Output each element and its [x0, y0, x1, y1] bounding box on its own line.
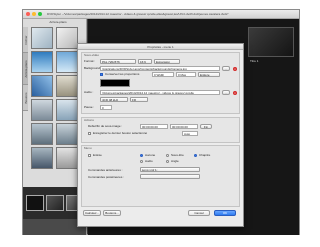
- radio-angle[interactable]: [166, 160, 169, 163]
- background-thumbnail[interactable]: [31, 75, 53, 97]
- tab-backgrounds-label: Arrière-plans: [24, 59, 28, 78]
- start-end-label: Début/fin de sous-image :: [88, 124, 123, 128]
- commands-before-popup[interactable]: jump vmf 1;: [140, 167, 200, 172]
- aspect-popup[interactable]: 16:9: [138, 59, 152, 64]
- height-field[interactable]: 0 Max: [176, 72, 196, 77]
- background-path-field[interactable]: /Applications/DVDStyler.app/Contents/bac…: [100, 66, 220, 71]
- menu-section-title: Menu: [84, 146, 92, 150]
- background-thumbnail[interactable]: [31, 51, 53, 73]
- background-thumbnail[interactable]: [31, 123, 53, 145]
- menu-thumbnail[interactable]: [26, 195, 44, 211]
- ok-button[interactable]: OK: [214, 210, 236, 216]
- video-section-title: Sous-vidéo: [84, 53, 100, 57]
- background-thumbnail[interactable]: [56, 27, 78, 49]
- background-thumbnail[interactable]: [56, 51, 78, 73]
- actions-section-title: Actions: [84, 118, 94, 122]
- minimize-window-button[interactable]: [32, 12, 36, 16]
- tab-backgrounds[interactable]: Arrière-plans: [23, 53, 28, 85]
- end-button[interactable]: Fin: [200, 124, 212, 129]
- tab-file-label: Fichier: [24, 35, 28, 45]
- menu-thumbnail[interactable]: [46, 195, 64, 211]
- aspect-mode-popup[interactable]: Expansion: [154, 59, 180, 64]
- remove-background-icon[interactable]: ×: [233, 66, 237, 71]
- radio-submenu-label: Sous-titre: [171, 153, 184, 157]
- video-section: Sous-vidéo Format : PAL 720x576 16:9 Exp…: [81, 52, 240, 114]
- tab-buttons-label: Boutons: [24, 92, 28, 104]
- panel-header: Arrière-plans: [49, 20, 67, 24]
- background-thumbnail[interactable]: [31, 99, 53, 121]
- keep-ratio-label: Conserver les proportions: [105, 72, 140, 76]
- zoom-window-button[interactable]: [38, 12, 42, 16]
- audio-label: Audio :: [84, 90, 94, 94]
- entry-checkbox[interactable]: [88, 154, 91, 157]
- browse-audio-button[interactable]: …: [222, 90, 230, 95]
- browse-background-button[interactable]: …: [222, 66, 230, 71]
- commands-before-label: Commandes antérieures :: [88, 168, 123, 172]
- pause-label: Pause :: [84, 105, 95, 109]
- actions-section: Actions Début/fin de sous-image : 00:00:…: [81, 117, 240, 143]
- background-thumbnail[interactable]: [31, 27, 53, 49]
- entry-label: Entrée: [93, 153, 102, 157]
- commands-after-popup[interactable]: [140, 174, 200, 179]
- radio-audio[interactable]: [140, 160, 143, 163]
- radio-chapter-label: Chapitre: [199, 153, 211, 157]
- radio-none-label: Aucune: [145, 153, 156, 157]
- window-titlebar: DVDStyler - /Volumes/packages/2014/2014.…: [23, 10, 299, 19]
- background-thumbnail[interactable]: [56, 123, 78, 145]
- radio-none[interactable]: [140, 154, 143, 157]
- preview-label: Titre 1: [250, 59, 259, 63]
- window-title: DVDStyler - /Volumes/packages/2014/2014.…: [47, 12, 229, 16]
- properties-dialog: Propriétés - menu 1 Sous-vidéo Format : …: [77, 43, 244, 227]
- end-time-field[interactable]: 00:00:00.00: [170, 124, 198, 129]
- unit-popup[interactable]: Entière: [198, 72, 220, 77]
- tab-buttons[interactable]: Boutons: [23, 85, 28, 111]
- tab-file[interactable]: Fichier: [23, 27, 28, 53]
- audio-path-field[interactable]: /Volumes/packages/2014/2014.12 maestro/ …: [100, 90, 220, 95]
- background-thumbnail[interactable]: [31, 147, 53, 169]
- start-time-field[interactable]: 00:00:00.00: [140, 124, 168, 129]
- audio-format-popup[interactable]: FR: [130, 97, 148, 102]
- remember-button-checkbox[interactable]: [88, 132, 91, 135]
- menu-preview-image: [248, 27, 294, 57]
- background-thumbnail[interactable]: [56, 75, 78, 97]
- calculate-button[interactable]: Calculez...: [83, 210, 101, 216]
- menu-section: Menu Entrée Aucune Sous-titre Chapitre A…: [81, 145, 240, 207]
- keep-ratio-checkbox[interactable]: [100, 73, 103, 76]
- buttons-button[interactable]: Boutons...: [103, 210, 121, 216]
- dialog-titlebar: Propriétés - menu 1: [78, 44, 243, 50]
- radio-audio-label: Audio: [145, 159, 153, 163]
- remember-button-label: Enregistrer le dernier bouton sélectionn…: [93, 131, 148, 135]
- radio-submenu[interactable]: [166, 154, 169, 157]
- width-field[interactable]: 0 Width: [152, 72, 174, 77]
- dialog-title: Propriétés - menu 1: [147, 45, 174, 49]
- close-window-button[interactable]: [26, 12, 30, 16]
- radio-angle-label: Angle: [171, 159, 179, 163]
- format-popup[interactable]: PAL 720x576: [100, 59, 136, 64]
- remember-button-field[interactable]: Auto: [182, 131, 198, 136]
- commands-after-label: Commandes postérieures :: [88, 175, 125, 179]
- format-label: Format :: [84, 59, 96, 63]
- background-thumbnail[interactable]: [56, 147, 78, 169]
- background-thumbnail[interactable]: [56, 99, 78, 121]
- bitrate-popup[interactable]: 4CD 48 kHz: [100, 97, 128, 102]
- radio-chapter[interactable]: [194, 154, 197, 157]
- remove-audio-icon[interactable]: ×: [233, 90, 237, 95]
- background-preview: [100, 79, 130, 87]
- pause-field[interactable]: 0: [100, 105, 112, 110]
- cancel-button[interactable]: Cancel: [188, 210, 210, 216]
- background-label: Background: [84, 66, 100, 70]
